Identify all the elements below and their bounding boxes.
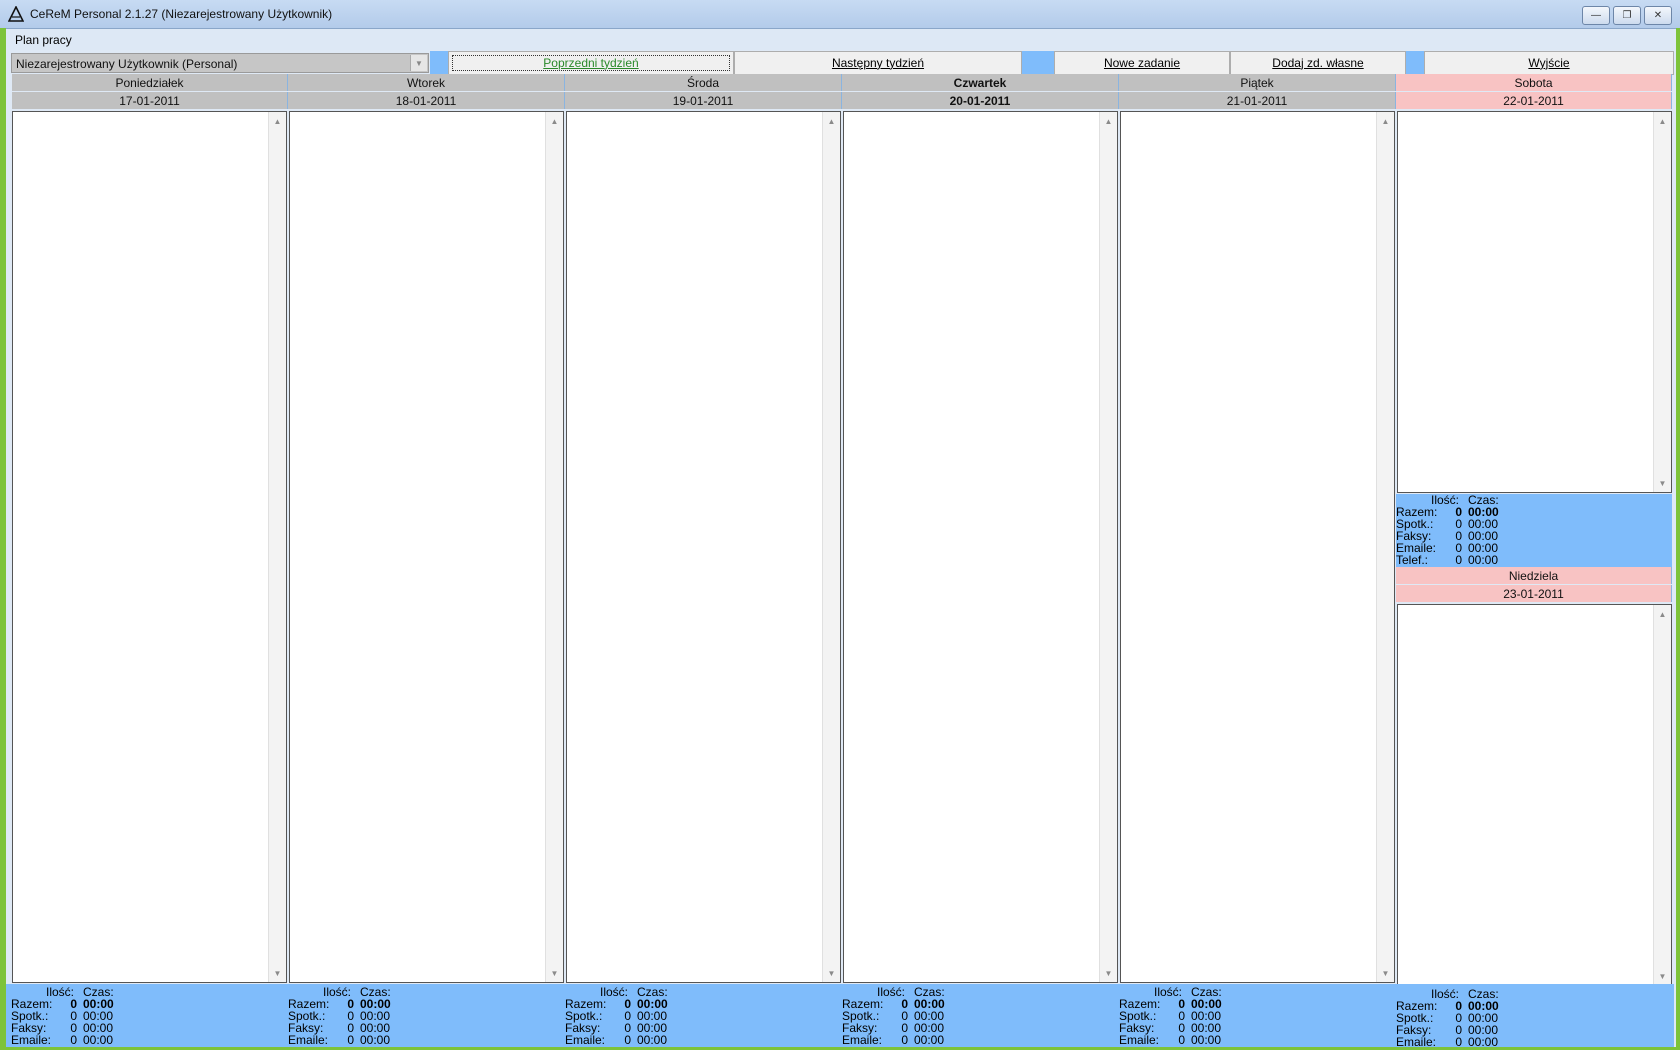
day-name-tuesday: Wtorek [288,74,565,91]
stats-emails-time: 00:00 [360,1035,390,1046]
scroll-down-icon[interactable]: ▼ [1378,965,1393,981]
stats-monday: Ilość:Czas: Razem:000:00 Spotk.:000:00 F… [11,987,281,1047]
day-name-wednesday: Środa [565,74,842,91]
scroll-up-icon[interactable]: ▲ [1378,113,1393,129]
window-frame-right [1676,28,1680,1050]
day-date-tuesday: 18-01-2011 [288,92,565,109]
toolbar-separator [1406,51,1424,75]
toolbar: Niezarejestrowany Użytkownik (Personal) … [6,51,1674,75]
scrollbar[interactable]: ▲▼ [1376,112,1394,982]
stats-saturday: Ilość:Czas: Razem:000:00 Spotk.:000:00 F… [1396,494,1672,568]
stats-sunday: Ilość:Czas: Razem:000:00 Spotk.:000:00 F… [1396,989,1666,1047]
scroll-up-icon[interactable]: ▲ [270,113,285,129]
stats-thursday: Ilość:Czas: Razem:000:00 Spotk.:000:00 F… [842,987,1112,1047]
day-pane-friday[interactable]: ▲▼ [1120,111,1395,983]
scrollbar[interactable]: ▲▼ [1653,605,1671,985]
day-pane-tuesday[interactable]: ▲▼ [289,111,564,983]
day-name-thursday: Czwartek [842,74,1119,91]
stats-emails-label: Emaile: [565,1035,605,1046]
scrollbar[interactable]: ▲▼ [268,112,286,982]
stats-tuesday: Ilość:Czas: Razem:000:00 Spotk.:000:00 F… [288,987,558,1047]
scroll-down-icon[interactable]: ▼ [547,965,562,981]
next-week-button[interactable]: Następny tydzień [734,51,1022,75]
exit-button[interactable]: Wyjście [1424,51,1674,75]
stats-emails-time: 00:00 [637,1035,667,1046]
stats-phones-count: 0 [1448,555,1462,566]
day-pane-monday[interactable]: ▲▼ [12,111,287,983]
new-task-label: Nowe zadanie [1104,56,1180,70]
day-date-friday: 21-01-2011 [1119,92,1396,109]
stats-emails-label: Emaile: [11,1035,51,1046]
menu-bar: Plan pracy [6,29,1674,50]
next-week-label: Następny tydzień [832,56,924,70]
day-date-wednesday: 19-01-2011 [565,92,842,109]
add-own-task-label: Dodaj zd. własne [1272,56,1363,70]
stats-emails-time: 00:00 [914,1035,944,1046]
user-select-value: Niezarejestrowany Użytkownik (Personal) [16,57,237,71]
day-date-saturday: 22-01-2011 [1396,92,1672,109]
scroll-up-icon[interactable]: ▲ [1655,606,1670,622]
scroll-up-icon[interactable]: ▲ [1101,113,1116,129]
stats-emails-time: 00:00 [83,1035,113,1046]
add-own-task-button[interactable]: Dodaj zd. własne [1230,51,1406,75]
user-select[interactable]: Niezarejestrowany Użytkownik (Personal) … [11,53,429,73]
toolbar-separator [430,51,448,75]
exit-label: Wyjście [1528,56,1569,70]
stats-emails-count: 0 [894,1035,908,1046]
stats-emails-label: Emaile: [288,1035,328,1046]
stats-emails-time: 00:00 [1191,1035,1221,1046]
scrollbar[interactable]: ▲▼ [1653,112,1671,492]
scrollbar[interactable]: ▲▼ [545,112,563,982]
chevron-down-icon[interactable]: ▼ [410,55,427,71]
scroll-down-icon[interactable]: ▼ [824,965,839,981]
scrollbar[interactable]: ▲▼ [822,112,840,982]
day-date-thursday: 20-01-2011 [842,92,1119,109]
day-name-sunday: Niedziela [1396,567,1672,584]
day-pane-sunday[interactable]: ▲▼ [1397,604,1672,986]
stats-friday: Ilość:Czas: Razem:000:00 Spotk.:000:00 F… [1119,987,1389,1047]
day-date-monday: 17-01-2011 [12,92,288,109]
day-pane-saturday[interactable]: ▲▼ [1397,111,1672,493]
scroll-up-icon[interactable]: ▲ [1655,113,1670,129]
scroll-down-icon[interactable]: ▼ [1655,968,1670,984]
scroll-up-icon[interactable]: ▲ [824,113,839,129]
day-name-saturday: Sobota [1396,74,1672,91]
scroll-down-icon[interactable]: ▼ [1101,965,1116,981]
close-icon[interactable]: ✕ [1644,6,1672,25]
new-task-button[interactable]: Nowe zadanie [1054,51,1230,75]
stats-emails-label: Emaile: [842,1035,882,1046]
scroll-down-icon[interactable]: ▼ [270,965,285,981]
stats-emails-count: 0 [1171,1035,1185,1046]
stats-phones-time: 00:00 [1468,555,1498,566]
window-title: CeReM Personal 2.1.27 (Niezarejestrowany… [30,7,332,21]
window-frame-left [0,28,6,1050]
day-name-friday: Piątek [1119,74,1396,91]
minimize-icon[interactable]: — [1582,6,1610,25]
prev-week-button[interactable]: Poprzedni tydzień [448,51,734,75]
prev-week-label: Poprzedni tydzień [543,56,638,70]
scroll-up-icon[interactable]: ▲ [547,113,562,129]
day-date-sunday: 23-01-2011 [1396,585,1672,602]
stats-wednesday: Ilość:Czas: Razem:000:00 Spotk.:000:00 F… [565,987,835,1047]
scroll-down-icon[interactable]: ▼ [1655,475,1670,491]
title-bar: CeReM Personal 2.1.27 (Niezarejestrowany… [0,0,1680,29]
toolbar-separator [1022,51,1054,75]
stats-strip: Ilość:Czas: Razem:000:00 Spotk.:000:00 F… [6,984,1674,1047]
day-name-monday: Poniedziałek [12,74,288,91]
stats-emails-count: 0 [63,1035,77,1046]
scrollbar[interactable]: ▲▼ [1099,112,1117,982]
stats-emails-count: 0 [340,1035,354,1046]
stats-emails-label: Emaile: [1119,1035,1159,1046]
restore-icon[interactable]: ❐ [1613,6,1641,25]
app-logo-icon [8,6,24,22]
day-pane-wednesday[interactable]: ▲▼ [566,111,841,983]
stats-phones-label: Telef.: [1396,555,1428,566]
stats-emails-count: 0 [617,1035,631,1046]
menu-plan-pracy[interactable]: Plan pracy [15,33,72,47]
day-pane-thursday[interactable]: ▲▼ [843,111,1118,983]
